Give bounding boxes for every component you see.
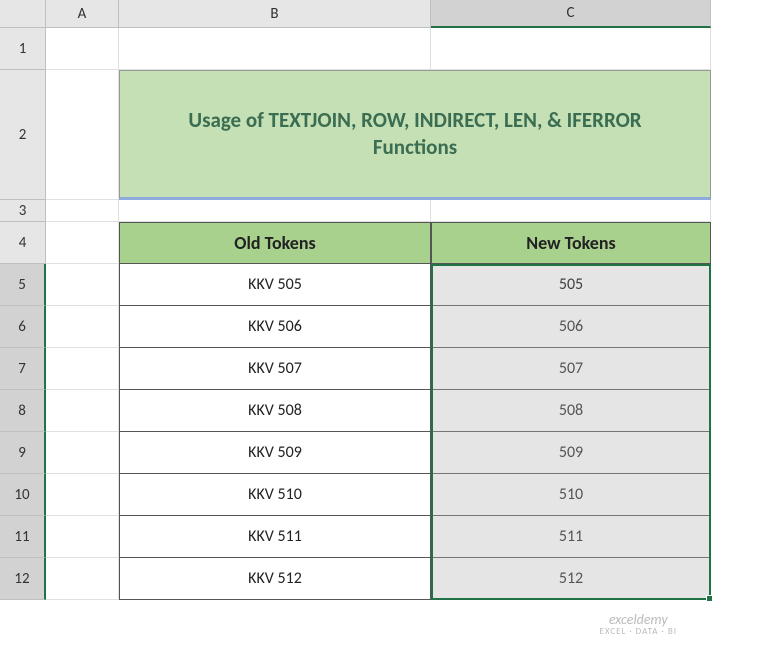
row-header-7[interactable]: 7 bbox=[0, 348, 46, 390]
cell-old-7[interactable]: KKV 512 bbox=[119, 558, 431, 600]
cell-new-5[interactable]: 510 bbox=[431, 474, 711, 516]
title-box: Usage of TEXTJOIN, ROW, INDIRECT, LEN, &… bbox=[119, 70, 711, 200]
cell-new-1[interactable]: 506 bbox=[431, 306, 711, 348]
cell-new-3[interactable]: 508 bbox=[431, 390, 711, 432]
cell-a9[interactable] bbox=[46, 432, 119, 474]
cell-a10[interactable] bbox=[46, 474, 119, 516]
cell-a1[interactable] bbox=[46, 28, 119, 70]
cell-a11[interactable] bbox=[46, 516, 119, 558]
cell-old-2[interactable]: KKV 507 bbox=[119, 348, 431, 390]
row-header-5[interactable]: 5 bbox=[0, 264, 46, 306]
row-header-1[interactable]: 1 bbox=[0, 28, 46, 70]
col-header-c[interactable]: C bbox=[431, 0, 711, 28]
cell-new-0[interactable]: 505 bbox=[431, 264, 711, 306]
cell-old-1[interactable]: KKV 506 bbox=[119, 306, 431, 348]
cell-old-6[interactable]: KKV 511 bbox=[119, 516, 431, 558]
cell-b3[interactable] bbox=[119, 200, 431, 222]
col-header-a[interactable]: A bbox=[46, 0, 119, 28]
cell-old-4[interactable]: KKV 509 bbox=[119, 432, 431, 474]
spreadsheet-grid: A B C 1 2 Usage of TEXTJOIN, ROW, INDIRE… bbox=[0, 0, 767, 600]
row-header-2[interactable]: 2 bbox=[0, 70, 46, 200]
cell-new-2[interactable]: 507 bbox=[431, 348, 711, 390]
row-header-10[interactable]: 10 bbox=[0, 474, 46, 516]
cell-c3[interactable] bbox=[431, 200, 711, 222]
cell-old-3[interactable]: KKV 508 bbox=[119, 390, 431, 432]
cell-new-4[interactable]: 509 bbox=[431, 432, 711, 474]
cell-b1[interactable] bbox=[119, 28, 431, 70]
cell-old-0[interactable]: KKV 505 bbox=[119, 264, 431, 306]
row-header-12[interactable]: 12 bbox=[0, 558, 46, 600]
cell-a5[interactable] bbox=[46, 264, 119, 306]
col-header-b[interactable]: B bbox=[119, 0, 431, 28]
cell-a7[interactable] bbox=[46, 348, 119, 390]
watermark-sub: EXCEL · DATA · BI bbox=[600, 627, 677, 637]
select-all-corner[interactable] bbox=[0, 0, 46, 28]
cell-a3[interactable] bbox=[46, 200, 119, 222]
cell-a2[interactable] bbox=[46, 70, 119, 200]
cell-a8[interactable] bbox=[46, 390, 119, 432]
row-header-4[interactable]: 4 bbox=[0, 222, 46, 264]
header-old-tokens[interactable]: Old Tokens bbox=[119, 222, 431, 264]
header-new-tokens[interactable]: New Tokens bbox=[431, 222, 711, 264]
cell-a12[interactable] bbox=[46, 558, 119, 600]
cell-c1[interactable] bbox=[431, 28, 711, 70]
cell-a4[interactable] bbox=[46, 222, 119, 264]
cell-new-6[interactable]: 511 bbox=[431, 516, 711, 558]
cell-old-5[interactable]: KKV 510 bbox=[119, 474, 431, 516]
row-header-11[interactable]: 11 bbox=[0, 516, 46, 558]
row-header-6[interactable]: 6 bbox=[0, 306, 46, 348]
row-header-9[interactable]: 9 bbox=[0, 432, 46, 474]
cell-new-7[interactable]: 512 bbox=[431, 558, 711, 600]
row-header-3[interactable]: 3 bbox=[0, 200, 46, 222]
watermark: exceldemy EXCEL · DATA · BI bbox=[600, 612, 677, 637]
cell-a6[interactable] bbox=[46, 306, 119, 348]
row-header-8[interactable]: 8 bbox=[0, 390, 46, 432]
